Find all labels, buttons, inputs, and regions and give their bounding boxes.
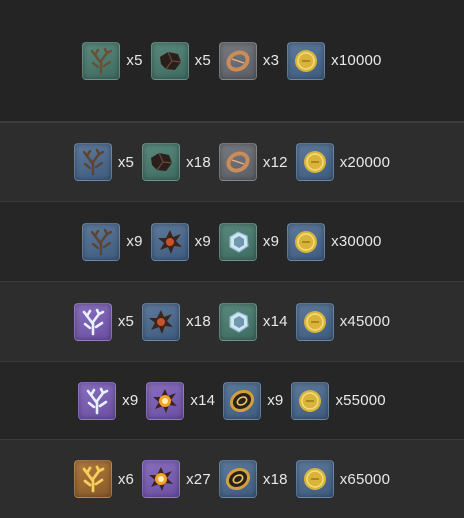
dark-shell-icon[interactable] [150,41,189,80]
item-cell: x18 [218,460,288,498]
item-cell: x5 [73,143,135,181]
item-cell: x55000 [291,381,386,420]
item-quantity: x18 [262,470,288,488]
item-cell: x27 [142,460,211,498]
blue-coral-icon[interactable] [73,143,112,181]
cost-row: x9 x14 x9 x55000 [0,362,464,440]
item-quantity: x18 [186,153,211,171]
item-quantity: x5 [194,52,211,69]
glowing-shell-icon[interactable] [146,381,185,420]
crystal-ring-icon[interactable] [218,222,257,261]
crystal-ring-icon[interactable] [218,302,257,341]
item-cell: x9 [82,222,143,261]
item-quantity: x9 [122,392,139,409]
item-cell: x9 [78,381,139,420]
item-quantity: x27 [186,470,211,488]
item-quantity: x12 [262,153,288,171]
item-quantity: x18 [186,313,211,330]
item-quantity: x14 [262,313,288,330]
gold-ring-icon[interactable] [223,381,262,420]
spiked-shell-icon[interactable] [150,222,189,261]
item-cell: x14 [146,381,216,420]
item-quantity: x55000 [335,392,386,409]
item-cell: x5 [82,41,143,80]
item-quantity: x45000 [339,313,391,330]
item-quantity: x14 [190,392,216,409]
item-quantity: x9 [194,233,211,250]
cost-row: x6 x27 x18 x65000 [0,440,464,518]
blue-coral-icon[interactable] [82,222,121,261]
green-coral-icon[interactable] [82,41,121,80]
item-quantity: x30000 [331,233,382,250]
item-cell: x9 [223,381,284,420]
item-cell: x6 [73,460,135,498]
item-quantity: x9 [262,233,280,250]
item-cell: x3 [218,41,280,80]
gold-coin-icon[interactable] [295,460,334,498]
item-cell: x65000 [295,460,391,498]
item-cell: x5 [73,302,135,341]
item-cell: x12 [218,143,288,181]
cost-row: x5 x18 x14 x45000 [0,282,464,362]
copper-ring-icon[interactable] [218,41,257,80]
cost-row: x5 x5 x3 x10000 [0,0,464,122]
white-coral-icon[interactable] [78,381,117,420]
cost-row: x9 x9 x9 x30000 [0,202,464,282]
item-cell: x18 [142,143,211,181]
item-cell: x18 [142,302,211,341]
item-quantity: x9 [267,392,284,409]
item-quantity: x3 [262,52,280,69]
item-quantity: x5 [117,313,135,330]
cost-row: x5 x18 x12 x20000 [0,122,464,202]
item-cell: x45000 [295,302,391,341]
gold-ring-icon[interactable] [218,460,257,498]
item-cell: x30000 [287,222,382,261]
gold-coin-icon[interactable] [295,302,334,341]
item-cell: x10000 [287,41,382,80]
item-quantity: x65000 [339,470,391,488]
spiked-shell-icon[interactable] [142,302,181,341]
golden-coral-icon[interactable] [73,460,112,498]
item-cell: x14 [218,302,288,341]
gold-coin-icon[interactable] [287,41,326,80]
item-cell: x9 [150,222,211,261]
item-quantity: x20000 [339,153,391,171]
copper-ring-icon[interactable] [218,143,257,181]
item-quantity: x10000 [331,52,382,69]
item-cell: x20000 [295,143,391,181]
item-quantity: x5 [126,52,143,69]
glowing-shell-icon[interactable] [142,460,181,498]
item-quantity: x5 [117,153,135,171]
dark-shell-icon[interactable] [142,143,181,181]
upgrade-cost-table: x5 x5 x3 x10000 x5 x18 x12 x20000 x9 x9 … [0,0,464,518]
gold-coin-icon[interactable] [295,143,334,181]
gold-coin-icon[interactable] [291,381,330,420]
item-quantity: x9 [126,233,143,250]
white-coral-icon[interactable] [73,302,112,341]
item-cell: x9 [218,222,280,261]
gold-coin-icon[interactable] [287,222,326,261]
item-quantity: x6 [117,470,135,488]
item-cell: x5 [150,41,211,80]
